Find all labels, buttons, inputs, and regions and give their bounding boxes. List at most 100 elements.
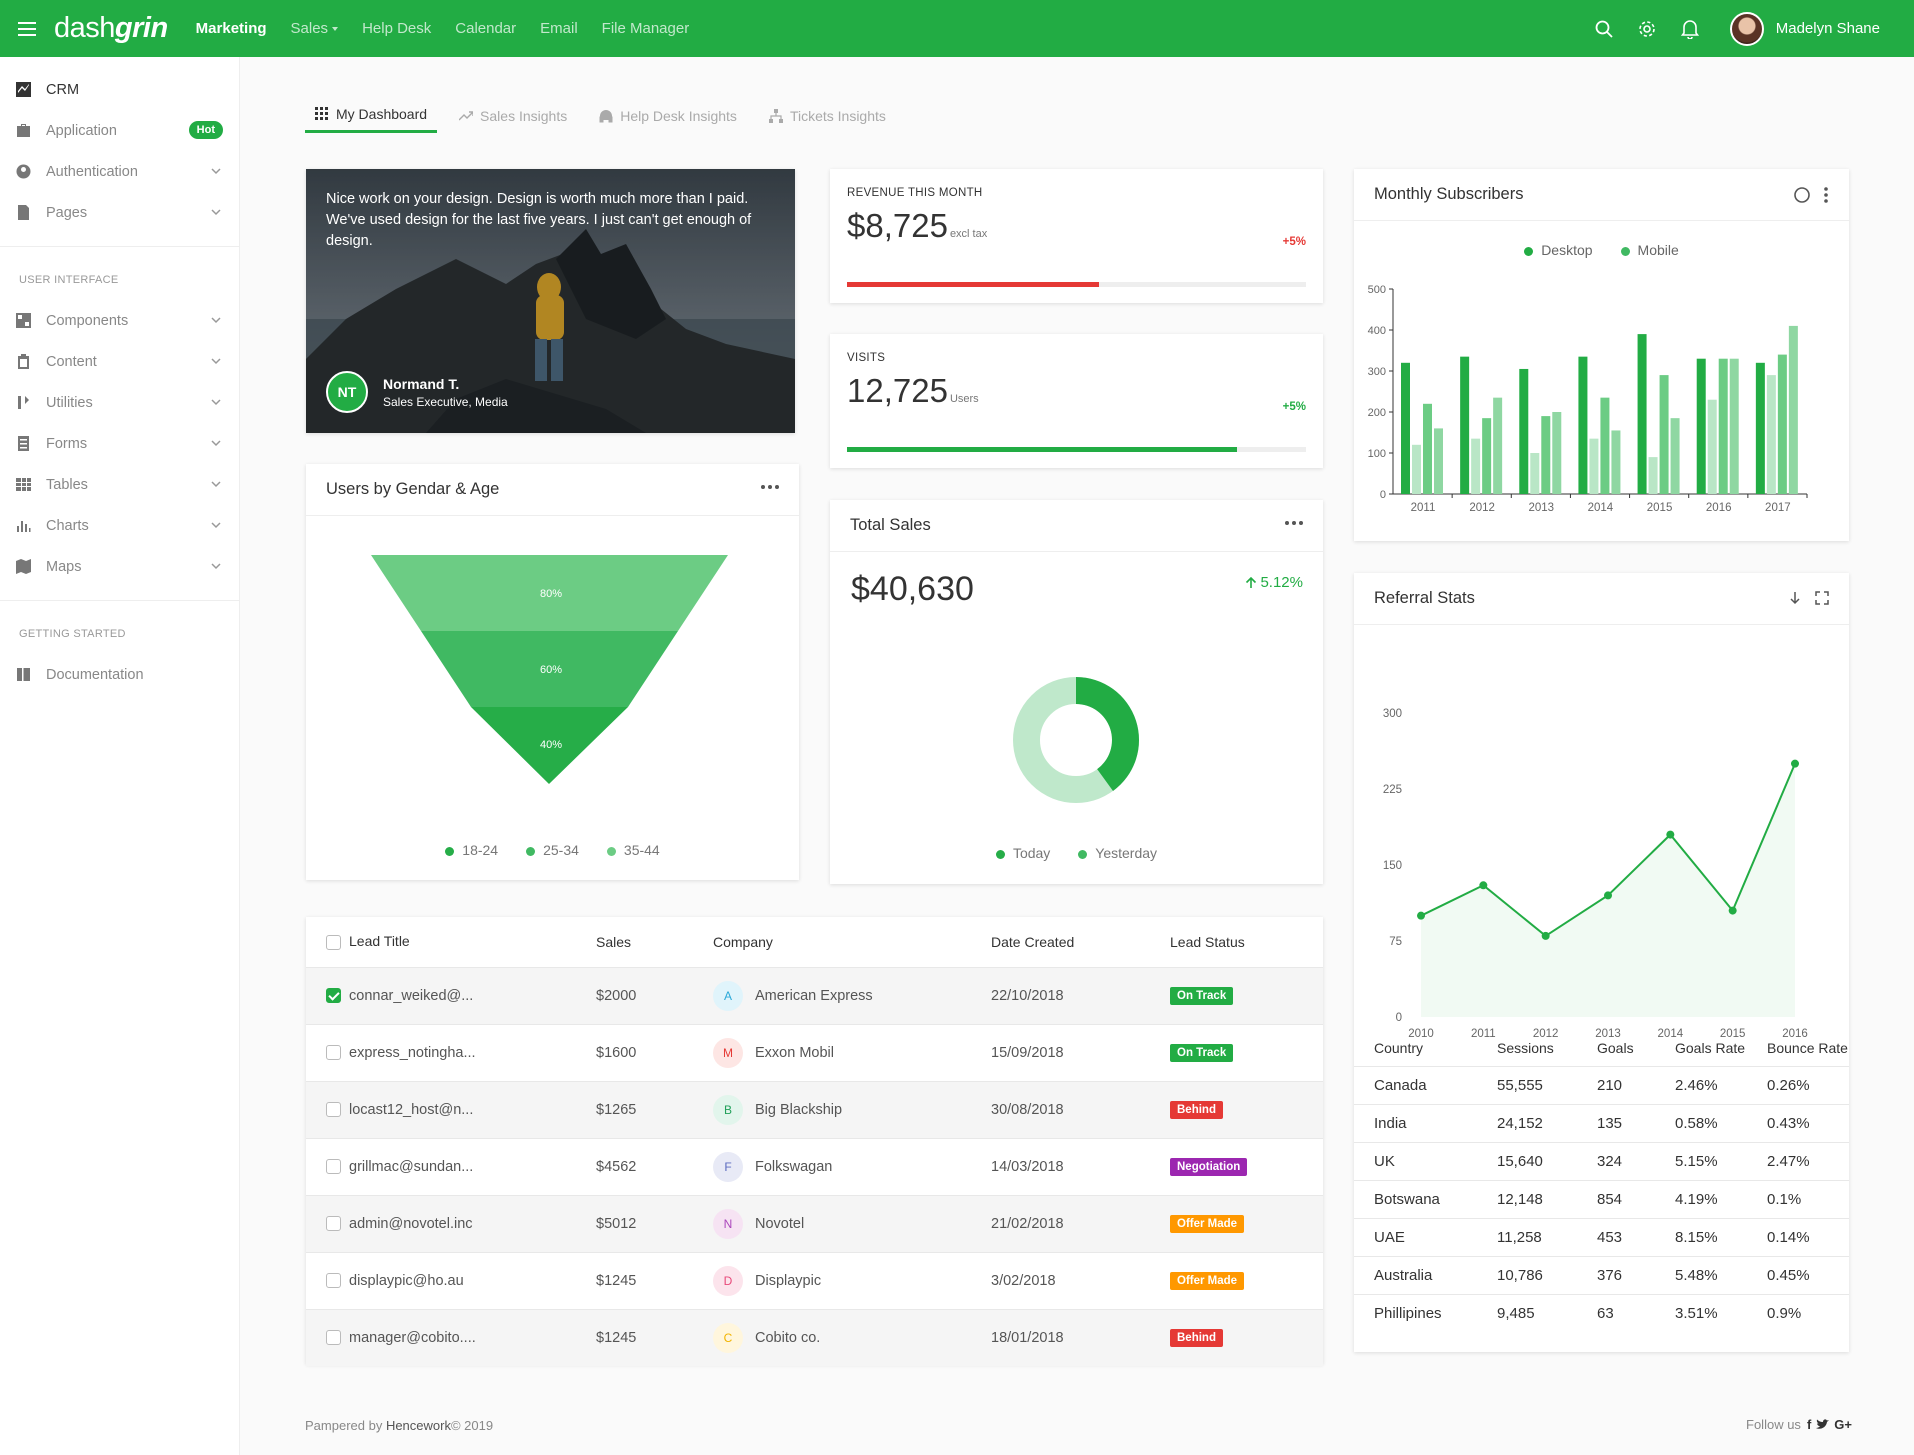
row-checkbox[interactable] [326, 1216, 341, 1232]
more-options-icon[interactable] [758, 485, 779, 489]
bar-2011-1[interactable] [1412, 444, 1421, 494]
legend-item-yesterday[interactable]: Yesterday [1078, 845, 1157, 861]
topnav-help-desk[interactable]: Help Desk [362, 20, 431, 37]
bar-2013-0[interactable] [1519, 368, 1529, 494]
bar-2013-1[interactable] [1530, 453, 1540, 494]
topnav-file-manager[interactable]: File Manager [602, 20, 690, 37]
row-checkbox[interactable] [326, 1273, 341, 1289]
topnav-email[interactable]: Email [540, 20, 578, 37]
user-avatar[interactable] [1729, 11, 1764, 46]
data-point-2013[interactable] [1604, 891, 1612, 900]
bar-2017-1[interactable] [1766, 375, 1776, 494]
legend-item[interactable]: 35-44 [606, 842, 660, 858]
row-checkbox[interactable] [326, 1330, 341, 1346]
download-icon[interactable] [1789, 591, 1801, 605]
brand-logo[interactable]: dashgrin [54, 12, 168, 45]
table-row[interactable]: express_notingha... $1600 M Exxon Mobil 15/0… [306, 1023, 1323, 1081]
sidebar-item-charts[interactable]: Charts [0, 505, 239, 546]
bar-2017-2[interactable] [1777, 354, 1787, 494]
sidebar-item-components[interactable]: Components [0, 300, 239, 341]
sidebar-item-content[interactable]: Content [0, 341, 239, 382]
bar-2012-1[interactable] [1471, 438, 1481, 494]
lead-email[interactable]: grillmac@sundan... [349, 1159, 473, 1175]
legend-item[interactable]: 25-34 [526, 842, 579, 858]
bar-2014-3[interactable] [1611, 430, 1621, 494]
bar-2013-3[interactable] [1552, 412, 1562, 494]
lead-email[interactable]: manager@cobito.... [349, 1330, 476, 1346]
tab-my-dashboard[interactable]: My Dashboard [305, 106, 438, 133]
bar-2015-0[interactable] [1637, 334, 1647, 494]
bar-2014-2[interactable] [1600, 397, 1610, 494]
tab-help-desk-insights[interactable]: Help Desk Insights [589, 106, 747, 133]
table-row[interactable]: locast12_host@n... $1265 B Big Blackship 30/… [306, 1080, 1323, 1138]
sidebar-item-documentation[interactable]: Documentation [0, 654, 239, 695]
table-row[interactable]: grillmac@sundan... $4562 F Folkswagan 14/03/… [306, 1137, 1323, 1195]
bar-2011-0[interactable] [1401, 362, 1410, 494]
lead-email[interactable]: displaypic@ho.au [349, 1273, 464, 1289]
lead-email[interactable]: express_notingha... [349, 1045, 476, 1061]
status-badge: Offer Made [1170, 1214, 1245, 1233]
bar-2015-1[interactable] [1648, 457, 1658, 494]
table-row[interactable]: displaypic@ho.au $1245 D Displaypic 3/02/201… [306, 1251, 1323, 1309]
user-name[interactable]: Madelyn Shane [1776, 20, 1880, 37]
bar-2012-0[interactable] [1460, 356, 1470, 494]
table-row[interactable]: manager@cobito.... $1245 C Cobito co. 18/01/… [306, 1308, 1323, 1366]
tab-tickets-insights[interactable]: Tickets Insights [759, 106, 896, 133]
table-row[interactable]: connar_weiked@... $2000 A American Express 2… [306, 966, 1323, 1024]
bar-2011-2[interactable] [1423, 403, 1432, 494]
sidebar-item-maps[interactable]: Maps [0, 546, 239, 587]
menu-toggle-icon[interactable] [18, 21, 36, 36]
lead-email[interactable]: locast12_host@n... [349, 1102, 473, 1118]
lead-email[interactable]: connar_weiked@... [349, 988, 473, 1004]
sidebar-item-forms[interactable]: Forms [0, 423, 239, 464]
legend-item-today[interactable]: Today [995, 845, 1050, 861]
lead-email[interactable]: admin@novotel.inc [349, 1216, 473, 1232]
topnav-calendar[interactable]: Calendar [455, 20, 516, 37]
google-plus-icon[interactable]: G+ [1834, 1417, 1852, 1432]
bar-2017-0[interactable] [1755, 362, 1765, 494]
row-checkbox[interactable] [326, 1045, 341, 1061]
topnav-marketing[interactable]: Marketing [196, 20, 267, 37]
data-point-2010[interactable] [1417, 911, 1425, 920]
bar-2016-0[interactable] [1696, 358, 1706, 494]
data-point-2016[interactable] [1791, 759, 1799, 768]
bar-2012-2[interactable] [1482, 418, 1492, 494]
sidebar-item-pages[interactable]: Pages [0, 192, 239, 233]
settings-gear-icon[interactable] [1637, 19, 1657, 39]
bar-2016-1[interactable] [1707, 399, 1717, 494]
bar-2016-3[interactable] [1729, 358, 1739, 494]
topnav-sales[interactable]: Sales [291, 20, 329, 37]
data-point-2015[interactable] [1728, 906, 1737, 915]
data-point-2014[interactable] [1666, 830, 1675, 839]
bar-2015-3[interactable] [1670, 418, 1680, 494]
notification-bell-icon[interactable] [1680, 19, 1700, 39]
data-point-2012[interactable] [1541, 931, 1550, 940]
sidebar-item-authentication[interactable]: Authentication [0, 151, 239, 192]
sidebar-item-utilities[interactable]: Utilities [0, 382, 239, 423]
data-point-2011[interactable] [1479, 881, 1488, 890]
bar-2014-0[interactable] [1578, 356, 1588, 494]
row-checkbox[interactable] [326, 1159, 341, 1175]
twitter-icon[interactable] [1816, 1419, 1830, 1430]
sidebar-item-crm[interactable]: CRM [0, 69, 239, 110]
table-row[interactable]: admin@novotel.inc $5012 N Novotel 21/02/2018… [306, 1194, 1323, 1252]
sidebar-item-application[interactable]: Application Hot [0, 110, 239, 151]
legend-item[interactable]: 18-24 [445, 842, 498, 858]
fullscreen-icon[interactable] [1815, 591, 1829, 605]
tab-sales-insights[interactable]: Sales Insights [449, 106, 577, 133]
row-checkbox[interactable] [326, 988, 341, 1004]
bar-2014-1[interactable] [1589, 438, 1599, 494]
facebook-icon[interactable]: f [1807, 1417, 1811, 1432]
bar-2015-2[interactable] [1659, 375, 1669, 494]
sidebar-item-tables[interactable]: Tables [0, 464, 239, 505]
donut-slice-today[interactable] [1076, 677, 1139, 791]
bar-2012-3[interactable] [1493, 397, 1503, 494]
row-checkbox[interactable] [326, 1102, 341, 1118]
search-icon[interactable] [1594, 19, 1614, 39]
bar-2016-2[interactable] [1718, 358, 1728, 494]
bar-2013-2[interactable] [1541, 416, 1551, 494]
bar-2017-3[interactable] [1788, 325, 1798, 494]
select-all-checkbox[interactable] [326, 935, 341, 951]
footer-brand-link[interactable]: Hencework [386, 1418, 451, 1433]
bar-2011-3[interactable] [1434, 428, 1443, 494]
